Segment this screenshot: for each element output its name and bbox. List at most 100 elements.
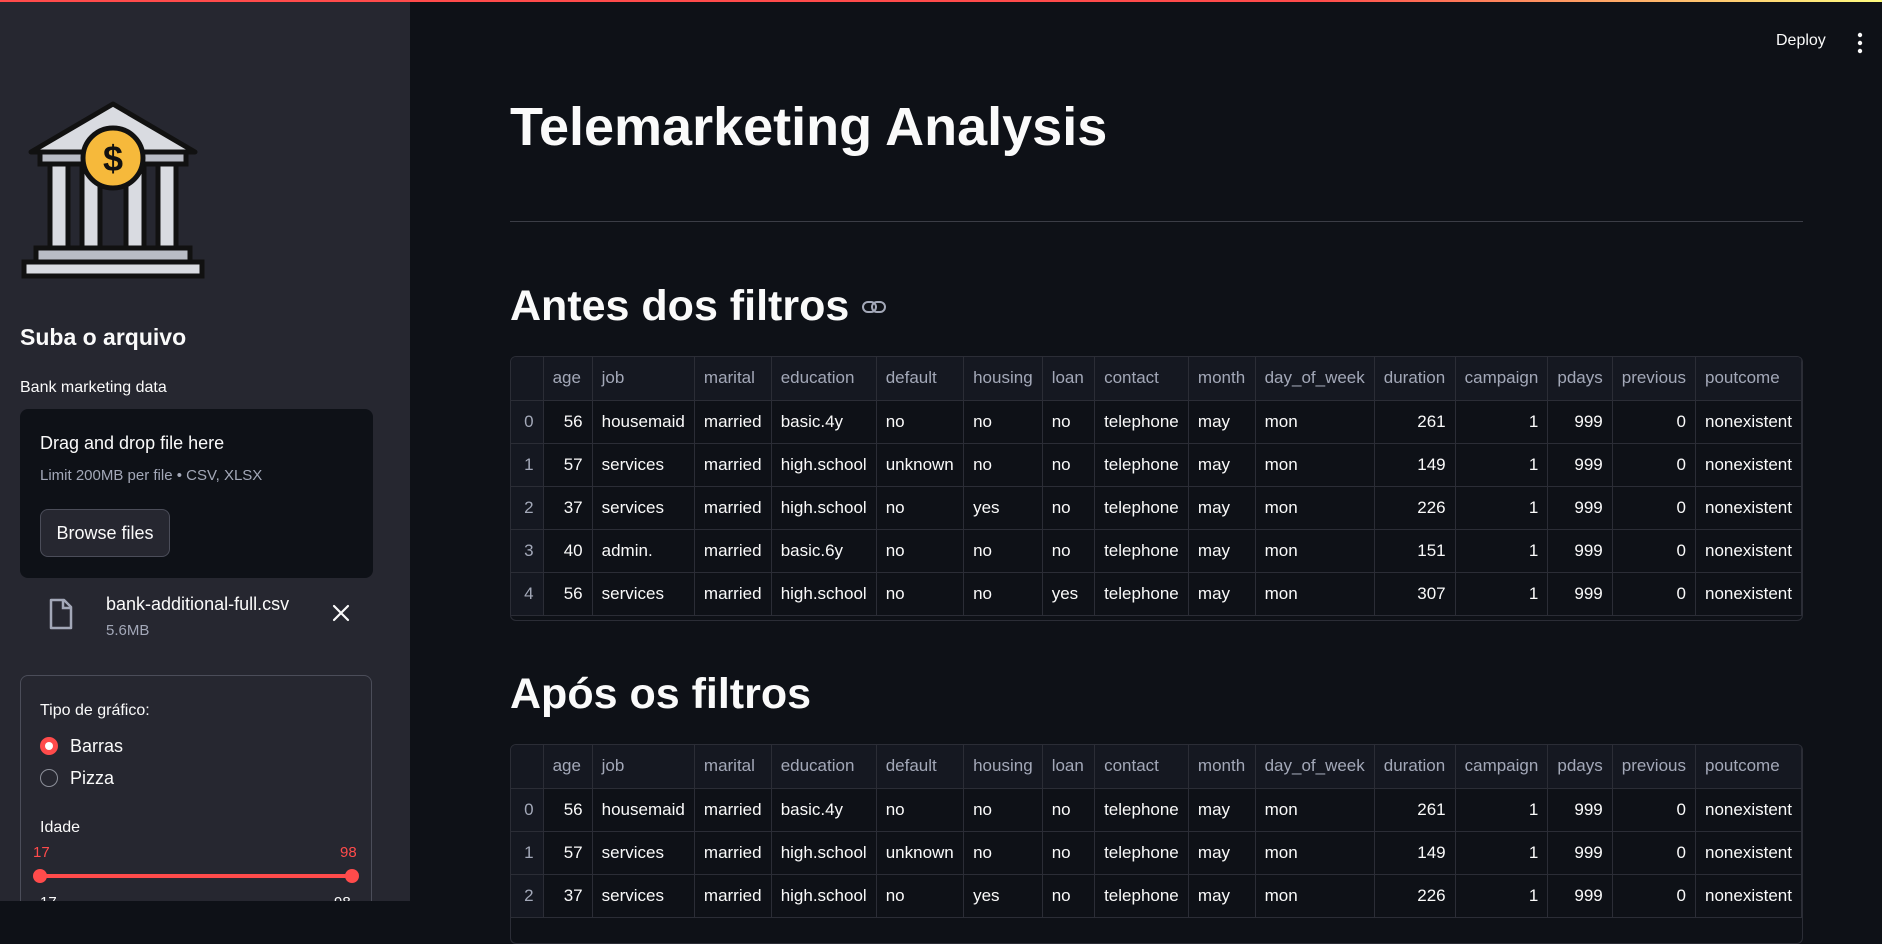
column-header[interactable]: marital [694,357,772,401]
table-cell[interactable]: 999 [1547,529,1613,573]
table-row[interactable]: 0 56 housemaid married basic.4y no no no telepho… [511,400,1802,444]
column-header[interactable]: day_of_week [1255,745,1375,789]
table-cell[interactable]: no [1042,874,1096,918]
table-cell[interactable]: basic.6y [771,529,877,573]
table-cell[interactable]: yes [1042,572,1096,616]
table-row[interactable]: 2 37 services married high.school no yes no tele… [511,486,1802,530]
column-header[interactable]: poutcome [1695,745,1802,789]
table-cell[interactable]: nonexistent [1695,400,1802,444]
table-cell[interactable]: 149 [1374,443,1456,487]
column-header[interactable]: age [543,745,593,789]
table-row[interactable]: 1 57 services married high.school unknown no no… [511,443,1802,487]
table-cell[interactable]: telephone [1094,443,1189,487]
table-cell[interactable]: married [694,874,772,918]
table-row[interactable]: 2 37 services married high.school no yes no tele… [511,874,1802,918]
table-cell[interactable]: mon [1255,529,1375,573]
table-cell[interactable]: telephone [1094,400,1189,444]
column-header[interactable]: duration [1374,357,1456,401]
table-cell[interactable]: may [1188,874,1256,918]
anchor-link-icon[interactable] [861,299,887,315]
table-cell[interactable]: no [876,486,965,530]
table-cell[interactable]: 1 [1455,874,1549,918]
table-cell[interactable]: 0 [1612,788,1697,832]
table-cell[interactable]: no [963,443,1043,487]
table-cell[interactable]: high.school [771,874,877,918]
table-cell[interactable]: yes [963,486,1043,530]
table-cell[interactable]: no [1042,443,1096,487]
table-cell[interactable]: nonexistent [1695,788,1802,832]
table-cell[interactable]: no [1042,400,1096,444]
column-header[interactable]: campaign [1455,357,1549,401]
table-cell[interactable]: 1 [1455,400,1549,444]
table-cell[interactable]: telephone [1094,572,1189,616]
browse-files-button[interactable]: Browse files [40,509,170,557]
column-header[interactable]: housing [963,745,1043,789]
table-cell[interactable]: nonexistent [1695,486,1802,530]
table-cell[interactable]: services [592,831,695,875]
table-cell[interactable]: 56 [543,788,593,832]
table-cell[interactable]: 999 [1547,443,1613,487]
radio-pizza[interactable]: Pizza [40,766,114,790]
table-cell[interactable]: no [1042,788,1096,832]
table-cell[interactable]: 1 [1455,788,1549,832]
table-cell[interactable]: married [694,486,772,530]
table-cell[interactable]: married [694,788,772,832]
table-cell[interactable]: nonexistent [1695,529,1802,573]
table-cell[interactable]: 40 [543,529,593,573]
column-header[interactable]: contact [1094,357,1189,401]
table-cell[interactable]: services [592,486,695,530]
table-cell[interactable]: yes [963,874,1043,918]
radio-barras[interactable]: Barras [40,734,123,758]
table-cell[interactable]: 0 [1612,572,1697,616]
table-cell[interactable]: 0 [1612,831,1697,875]
column-header[interactable]: loan [1042,357,1096,401]
table-cell[interactable]: mon [1255,874,1375,918]
column-header[interactable]: age [543,357,593,401]
table-cell[interactable]: no [876,572,965,616]
dataframe-after[interactable]: age job marital education default housing loan… [510,744,1803,944]
table-cell[interactable]: married [694,572,772,616]
table-cell[interactable]: services [592,443,695,487]
table-cell[interactable]: 151 [1374,529,1456,573]
table-cell[interactable]: basic.4y [771,788,877,832]
file-dropzone[interactable]: Drag and drop file here Limit 200MB per … [20,409,373,578]
column-header[interactable]: loan [1042,745,1096,789]
table-cell[interactable]: 0 [1612,486,1697,530]
column-header[interactable]: default [876,745,965,789]
column-header[interactable]: education [771,357,877,401]
table-cell[interactable]: telephone [1094,486,1189,530]
table-cell[interactable]: may [1188,831,1256,875]
table-cell[interactable]: high.school [771,486,877,530]
table-cell[interactable]: may [1188,486,1256,530]
table-cell[interactable]: may [1188,788,1256,832]
table-cell[interactable]: 226 [1374,486,1456,530]
table-cell[interactable]: no [876,400,965,444]
table-cell[interactable]: may [1188,400,1256,444]
table-cell[interactable]: high.school [771,443,877,487]
table-cell[interactable]: no [963,400,1043,444]
table-cell[interactable]: 1 [1455,572,1549,616]
column-header[interactable]: contact [1094,745,1189,789]
table-cell[interactable]: no [876,529,965,573]
table-cell[interactable]: mon [1255,443,1375,487]
table-cell[interactable]: 57 [543,443,593,487]
table-cell[interactable]: may [1188,443,1256,487]
table-cell[interactable]: telephone [1094,788,1189,832]
table-cell[interactable]: 1 [1455,486,1549,530]
table-cell[interactable]: no [963,529,1043,573]
table-cell[interactable]: mon [1255,486,1375,530]
table-cell[interactable]: may [1188,572,1256,616]
table-cell[interactable]: basic.4y [771,400,877,444]
table-cell[interactable]: nonexistent [1695,831,1802,875]
table-cell[interactable]: 57 [543,831,593,875]
table-cell[interactable]: 149 [1374,831,1456,875]
table-row[interactable]: 0 56 housemaid married basic.4y no no no telepho… [511,788,1802,832]
table-row[interactable]: 4 56 services married high.school no no yes tele… [511,572,1802,616]
column-header[interactable]: month [1188,745,1256,789]
slider-high-thumb[interactable] [345,869,359,883]
table-cell[interactable]: 0 [1612,443,1697,487]
column-header[interactable]: pdays [1547,745,1613,789]
table-cell[interactable]: unknown [876,831,965,875]
column-header[interactable] [511,357,544,401]
table-row[interactable]: 3 40 admin. married basic.6y no no no telephone m… [511,529,1802,573]
